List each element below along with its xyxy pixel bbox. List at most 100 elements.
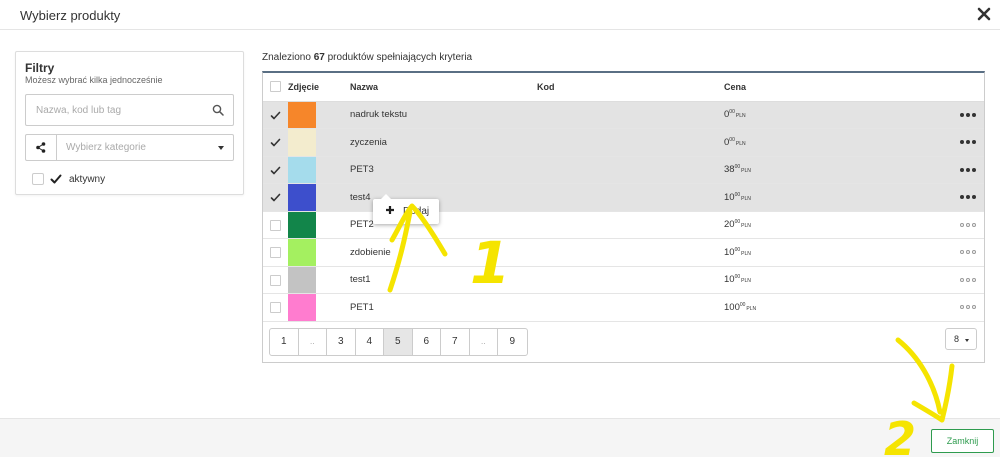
check-icon [270,111,281,119]
row-checkbox-cell[interactable] [263,266,288,294]
row-code [537,156,724,184]
row-checkbox-cell[interactable] [263,293,288,322]
table-row[interactable]: nadruk tekstu 000PLN [263,101,984,129]
col-code[interactable]: Kod [537,73,724,102]
col-photo: Zdjęcie [288,73,350,102]
row-code [537,293,724,322]
table-row[interactable]: zdobienie 1000PLN [263,238,984,267]
row-checkbox[interactable] [270,219,281,231]
price-currency: PLN [735,113,746,120]
page-button[interactable]: .. [470,329,498,355]
more-icon[interactable] [960,195,976,200]
check-icon [270,193,281,202]
active-checkbox[interactable] [32,173,44,185]
price-dec: 00 [734,219,741,226]
row-photo [288,156,350,184]
more-icon[interactable] [960,305,976,310]
product-thumbnail [288,294,316,321]
row-actions [944,183,984,212]
product-thumbnail [288,184,316,211]
share-button[interactable] [26,135,57,160]
select-all-cell [263,73,288,102]
product-thumbnail [288,156,316,183]
row-checkbox-cell[interactable] [263,238,288,267]
col-actions [944,73,984,102]
row-checkbox-cell[interactable] [263,128,288,157]
row-checkbox-cell[interactable] [263,156,288,184]
price-dec: 00 [734,274,741,281]
row-photo [288,238,350,267]
col-name[interactable]: Nazwa [350,73,537,102]
row-checkbox-cell[interactable] [263,211,288,239]
select-all-checkbox[interactable] [270,81,281,93]
row-code [537,101,724,129]
row-checkbox[interactable] [270,247,281,258]
page-button[interactable]: 4 [356,329,384,355]
row-price: 2000PLN [724,211,944,239]
row-price: 1000PLN [724,266,944,294]
row-photo [288,128,350,157]
table-row[interactable]: PET3 3800PLN [263,156,984,184]
product-thumbnail [288,211,316,238]
close-button[interactable]: Zamknij [931,429,994,453]
share-icon [36,142,46,153]
row-photo [288,293,350,322]
pagination: 1.. 3 4 5 6 7.. 9 [269,328,528,356]
page-button[interactable]: 6 [413,329,441,355]
row-checkbox-cell[interactable] [263,183,288,212]
page-button[interactable]: 5 [384,329,413,355]
row-actions [944,128,984,157]
row-actions [944,238,984,267]
more-icon[interactable] [960,277,976,283]
add-button-label: Dodaj [403,206,430,217]
price-currency: PLN [741,278,751,285]
row-name: zyczenia [350,128,537,157]
table-row[interactable]: test1 1000PLN [263,266,984,294]
table-row[interactable]: test4 1000PLN [263,183,984,212]
page-button[interactable]: 3 [327,329,356,355]
price-currency: PLN [741,223,751,230]
search-icon[interactable] [212,104,224,116]
more-icon[interactable] [960,112,976,118]
more-icon[interactable] [960,250,976,255]
row-name: zdobienie [350,238,537,267]
per-page-value: 8 [954,334,960,344]
more-icon[interactable] [960,222,976,228]
table-row[interactable]: PET2 2000PLN [263,211,984,239]
row-code [537,211,724,239]
table-row[interactable]: PET1 10000PLN [263,293,984,322]
product-thumbnail [288,101,316,128]
row-photo [288,101,350,129]
table-row[interactable]: zyczenia 000PLN [263,128,984,157]
row-actions [944,266,984,294]
found-suffix: produktów spełniających kryteria [327,52,473,63]
close-icon[interactable] [977,6,991,22]
row-checkbox-cell[interactable] [263,101,288,129]
modal-title: Wybierz produkty [20,8,121,23]
row-actions [944,101,984,129]
row-checkbox[interactable] [270,274,281,286]
results-count: Znaleziono 67 produktów spełniających kr… [262,52,472,63]
price-currency: PLN [741,168,751,175]
more-icon[interactable] [960,167,976,173]
results-table-container: Zdjęcie Nazwa Kod Cena nadruk tekstu 000P… [262,71,985,363]
price-int: 10 [724,274,735,286]
check-icon [50,174,62,184]
per-page-select[interactable]: 8 [945,328,977,350]
price-dec: 00 [729,136,735,143]
check-icon [270,138,281,147]
row-price: 1000PLN [724,238,944,267]
category-select[interactable]: Wybierz kategorie [25,134,234,161]
row-name: PET1 [350,293,537,322]
page-button[interactable]: 7 [441,329,470,355]
search-input[interactable] [26,95,206,125]
more-icon[interactable] [960,140,976,145]
row-photo [288,266,350,294]
row-checkbox[interactable] [270,302,281,313]
page-button[interactable]: 1 [270,329,299,355]
filters-title: Filtry [25,61,55,75]
add-popup[interactable]: Dodaj [373,194,439,224]
page-button[interactable]: 9 [498,329,527,355]
page-button[interactable]: .. [299,329,327,355]
col-price[interactable]: Cena [724,73,944,102]
